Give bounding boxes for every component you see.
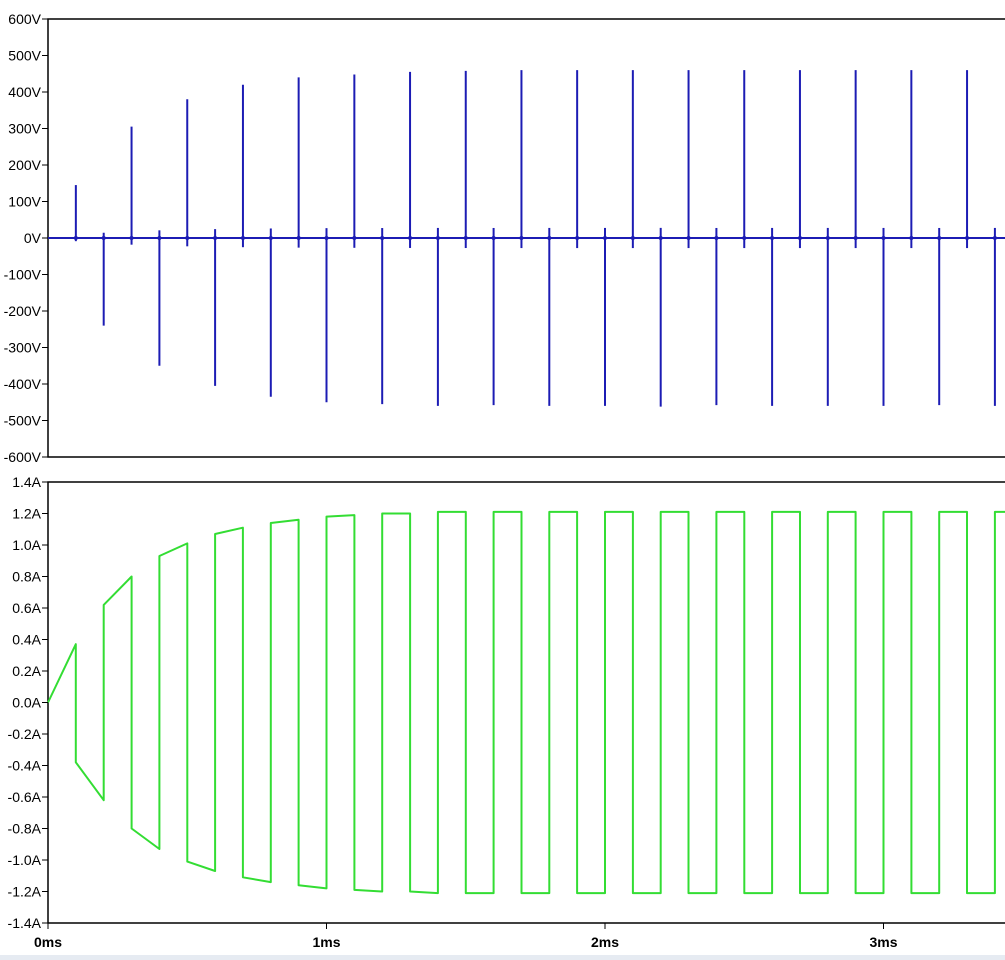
current-y-tick-label: -1.4A [8,915,42,931]
voltage-spike-base-marker [714,236,719,240]
current-y-tick-label: -0.6A [8,789,42,805]
voltage-spike-base-marker [630,236,635,240]
voltage-spike-base-marker [352,236,357,240]
voltage-spike-base-marker [853,236,858,240]
voltage-spike-base-marker [324,236,329,240]
current-y-tick-label: 0.0A [12,695,41,711]
current-y-tick-label: 0.2A [12,663,41,679]
voltage-spike-base-marker [547,236,552,240]
voltage-spike-base-marker [185,236,190,240]
voltage-spike-base-marker [992,236,997,240]
current-y-tick-label: -0.8A [8,821,42,837]
voltage-spike-base-marker [463,236,468,240]
voltage-y-tick-label: -100V [4,267,42,283]
voltage-spike-base-marker [491,236,496,240]
voltage-spike-base-marker [575,236,580,240]
voltage-spike-base-marker [909,236,914,240]
status-strip [0,955,1005,960]
voltage-spike-base-marker [603,236,607,240]
waveform-viewer: 600V 500V 400V 300V 200V 100V 0V -100V -200V -300… [4,11,1005,950]
voltage-spike-base-marker [73,236,78,240]
voltage-spike-base-marker [937,236,942,240]
voltage-spike-base-marker [240,236,245,240]
current-plot-frame [47,481,1005,924]
current-y-tick-label: 0.6A [12,600,41,616]
x-tick-label: 2ms [591,934,619,950]
voltage-spike-base-marker [129,236,134,240]
voltage-y-tick-label: -400V [4,376,42,392]
voltage-spike-base-marker [658,236,663,240]
voltage-y-tick-label: 100V [8,194,41,210]
voltage-y-tick-label: 300V [8,121,41,137]
voltage-spike-base-marker [380,236,385,240]
voltage-y-tick-label: 200V [8,157,41,173]
voltage-spike-base-marker [965,236,970,240]
current-y-tick-label: -1.0A [8,852,42,868]
voltage-y-tick-label: -200V [4,303,42,319]
voltage-spike-base-marker [268,236,273,240]
voltage-spike-base-marker [213,236,218,240]
voltage-y-tick-label: 0V [24,230,42,246]
current-y-tick-label: 1.2A [12,506,41,522]
voltage-spike-base-marker [881,236,886,240]
voltage-spike-base-marker [101,236,106,240]
voltage-y-tick-label: -300V [4,340,42,356]
voltage-spike-base-marker [770,236,775,240]
voltage-spike-base-marker [435,236,440,240]
current-y-axis: 1.4A 1.2A 1.0A 0.8A 0.6A 0.4A 0.2A 0.0A -0.2A -0.… [8,474,48,931]
voltage-spike-base-marker [797,236,802,240]
voltage-spike-base-marker [742,236,747,240]
voltage-spike-base-marker [519,236,524,240]
voltage-spike-base-marker [296,236,301,240]
x-tick-label: 0ms [34,934,62,950]
voltage-spike-base-marker [157,236,162,240]
current-y-tick-label: 1.4A [12,474,41,490]
current-y-tick-label: -0.2A [8,726,42,742]
voltage-spike-base-marker [408,236,413,240]
voltage-y-axis: 600V 500V 400V 300V 200V 100V 0V -100V -200V -300… [4,11,48,465]
voltage-spike-base-marker [825,236,830,240]
current-y-tick-label: -0.4A [8,758,42,774]
current-y-tick-label: -1.2A [8,884,42,900]
voltage-y-tick-label: 600V [8,11,41,27]
voltage-spike-base-marker [686,236,691,240]
current-y-tick-label: 1.0A [12,537,41,553]
voltage-y-tick-label: -600V [4,449,42,465]
x-tick-label: 1ms [312,934,340,950]
voltage-y-tick-label: -500V [4,413,42,429]
voltage-y-tick-label: 500V [8,48,41,64]
current-y-tick-label: 0.4A [12,632,41,648]
x-tick-label: 3ms [869,934,897,950]
voltage-pane[interactable]: 600V 500V 400V 300V 200V 100V 0V -100V -200V -300… [4,11,1005,465]
time-x-axis: 0ms 1ms 2ms 3ms [34,923,898,950]
voltage-y-tick-label: 400V [8,84,41,100]
current-y-tick-label: 0.8A [12,569,41,585]
current-pane[interactable]: 1.4A 1.2A 1.0A 0.8A 0.6A 0.4A 0.2A 0.0A -0.2A -0.… [8,474,1005,950]
